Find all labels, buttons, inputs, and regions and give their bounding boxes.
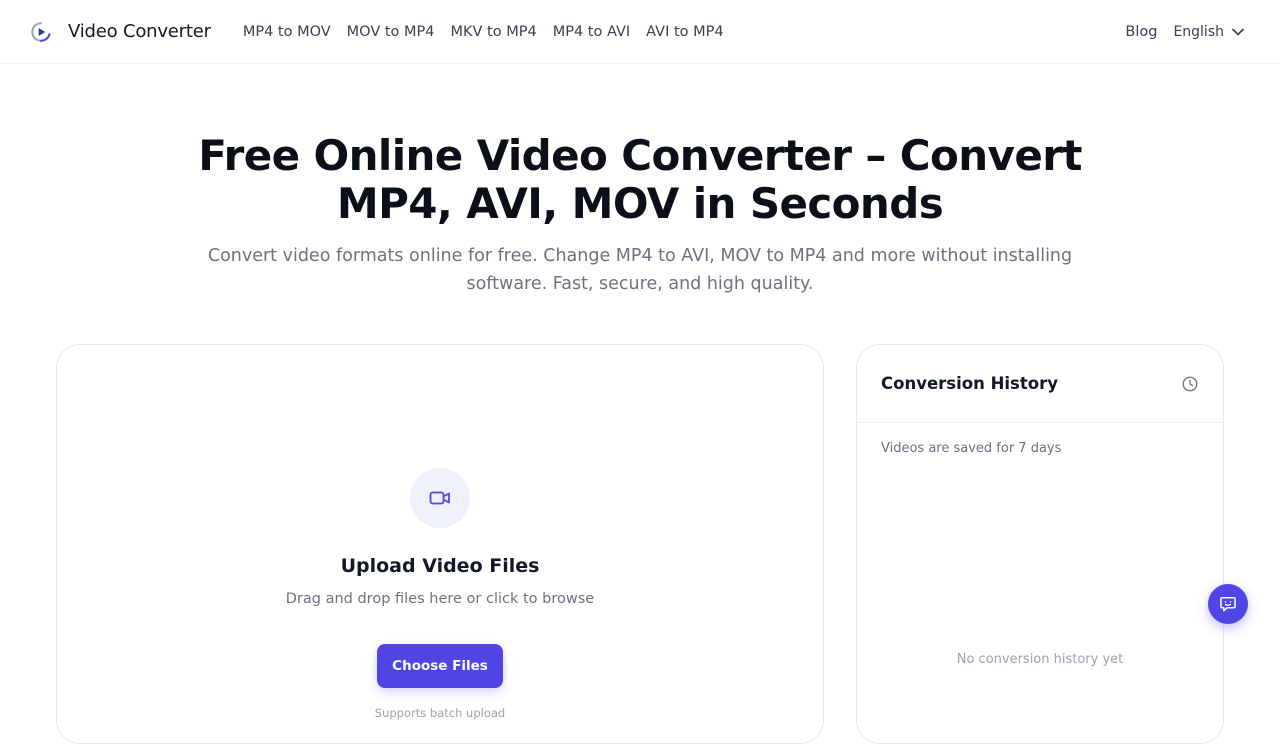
upload-dropzone[interactable]: Upload Video Files Drag and drop files h… — [56, 344, 824, 744]
brand-name: Video Converter — [68, 21, 211, 42]
chat-feedback-icon — [1220, 597, 1236, 612]
page-subtitle: Convert video formats online for free. C… — [190, 242, 1090, 298]
batch-upload-note: Supports batch upload — [374, 706, 506, 720]
upload-description: Drag and drop files here or click to bro… — [285, 591, 595, 607]
nav-link-mov-to-mp4[interactable]: MOV to MP4 — [347, 24, 435, 40]
page-title: Free Online Video Converter – Convert MP… — [0, 132, 1280, 228]
history-header: Conversion History — [857, 345, 1223, 423]
page-subtitle-line-2: software. Fast, secure, and high quality… — [466, 274, 814, 294]
history-retention-note: Videos are saved for 7 days — [881, 441, 1062, 456]
nav-link-mp4-to-mov[interactable]: MP4 to MOV — [243, 24, 331, 40]
nav-link-avi-to-mp4[interactable]: AVI to MP4 — [646, 24, 723, 40]
page-title-line-1: Free Online Video Converter – Convert — [198, 131, 1082, 180]
brand-home-link[interactable]: Video Converter — [30, 21, 211, 43]
upload-icon-badge — [410, 468, 470, 528]
page-subtitle-line-1: Convert video formats online for free. C… — [207, 246, 1073, 266]
top-navbar: Video Converter MP4 to MOV MOV to MP4 MK… — [0, 0, 1280, 64]
language-selector[interactable]: English — [1173, 24, 1244, 40]
format-nav: MP4 to MOV MOV to MP4 MKV to MP4 MP4 to … — [243, 24, 740, 40]
nav-link-mkv-to-mp4[interactable]: MKV to MP4 — [451, 24, 537, 40]
play-circle-logo-icon — [31, 21, 51, 42]
language-label: English — [1173, 23, 1224, 40]
clock-icon[interactable] — [1181, 375, 1199, 393]
choose-files-button[interactable]: Choose Files — [377, 644, 503, 688]
history-empty-message: No conversion history yet — [956, 652, 1124, 667]
chevron-down-icon — [1232, 28, 1244, 35]
video-camera-icon — [429, 491, 450, 505]
header-right: Blog English — [1125, 24, 1244, 40]
blog-link[interactable]: Blog — [1125, 24, 1157, 40]
nav-link-mp4-to-avi[interactable]: MP4 to AVI — [553, 24, 630, 40]
page-title-line-2: MP4, AVI, MOV in Seconds — [336, 179, 944, 228]
feedback-chat-button[interactable] — [1208, 584, 1248, 624]
upload-title: Upload Video Files — [340, 555, 540, 577]
history-title: Conversion History — [881, 374, 1058, 393]
conversion-history-panel: Conversion History Videos are saved for … — [856, 344, 1224, 744]
